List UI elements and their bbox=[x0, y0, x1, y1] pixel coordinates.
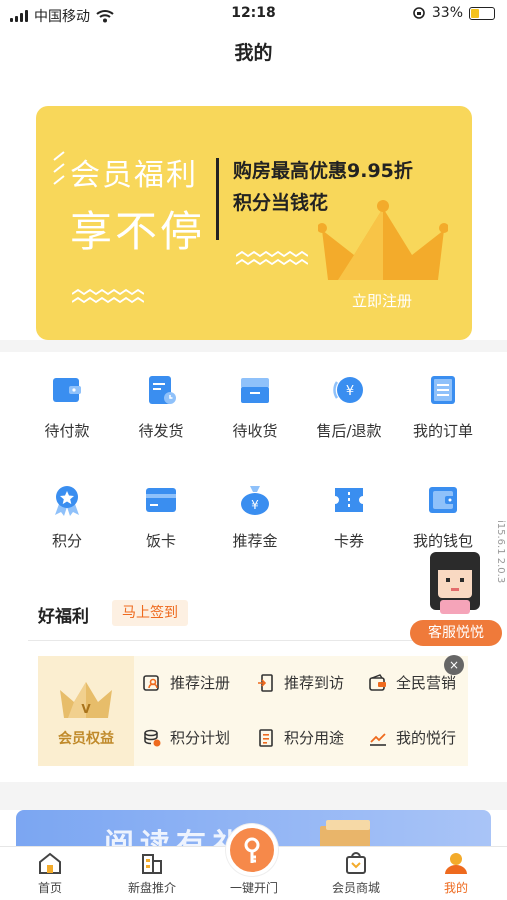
building-icon bbox=[142, 854, 162, 874]
crown-icon: V bbox=[60, 682, 112, 718]
service-label: 积分 bbox=[51, 532, 82, 550]
status-bar: 中国移动 12:18 33% bbox=[0, 0, 507, 28]
benefit-my-yuexing[interactable]: 我的悦行 bbox=[368, 727, 456, 748]
medal-icon bbox=[55, 486, 79, 516]
orientation-lock-icon bbox=[413, 7, 425, 19]
order-label: 待收货 bbox=[232, 422, 278, 440]
card-icon bbox=[146, 488, 176, 512]
service-shortcuts: 积分 饭卡 ¥ 推荐金 卡券 我的钱包 bbox=[20, 482, 490, 551]
tab-label: 我的 bbox=[443, 881, 468, 895]
member-rights-label: 会员权益 bbox=[58, 731, 114, 747]
yen-refund-icon: ¥ bbox=[333, 377, 363, 403]
divider bbox=[28, 640, 472, 641]
tab-label: 首页 bbox=[37, 881, 62, 895]
member-banner[interactable]: 会员福利 享不停 购房最高优惠9.95折 积分当钱花 立即注册 bbox=[36, 106, 472, 340]
battery-area: 33% bbox=[412, 5, 495, 21]
purse-icon bbox=[429, 487, 457, 513]
benefit-national-marketing[interactable]: 全民营销 bbox=[368, 672, 456, 693]
referral-bonus-entry[interactable]: ¥ 推荐金 bbox=[208, 482, 302, 551]
person-icon bbox=[445, 853, 467, 874]
benefit-points-usage[interactable]: 积分用途 bbox=[256, 727, 344, 748]
box-icon bbox=[241, 378, 269, 403]
coupon-icon bbox=[335, 488, 363, 512]
tab-new-projects[interactable]: 新盘推介 bbox=[112, 851, 192, 896]
avatar bbox=[430, 552, 480, 614]
key-icon bbox=[244, 837, 260, 863]
benefit-label: 积分计划 bbox=[170, 729, 231, 747]
benefit-recommend-register[interactable]: 推荐注册 bbox=[142, 672, 230, 693]
wallet-icon bbox=[53, 378, 81, 402]
benefit-label: 推荐注册 bbox=[170, 674, 231, 692]
tab-home[interactable]: 首页 bbox=[10, 851, 90, 896]
svg-text:¥: ¥ bbox=[251, 498, 259, 512]
list-icon bbox=[431, 376, 455, 404]
benefit-label: 全民营销 bbox=[396, 674, 457, 692]
benefit-label: 积分用途 bbox=[284, 729, 345, 747]
user-card-icon bbox=[143, 674, 159, 691]
order-label: 待付款 bbox=[44, 422, 90, 440]
version-label: i15.6.1 2.0.3 bbox=[495, 520, 506, 584]
order-label: 待发货 bbox=[138, 422, 184, 440]
service-label: 推荐金 bbox=[232, 532, 278, 550]
benefit-points-plan[interactable]: 积分计划 bbox=[142, 727, 230, 748]
benefit-recommend-visit[interactable]: 推荐到访 bbox=[256, 672, 344, 693]
order-label: 售后/退款 bbox=[316, 422, 382, 440]
order-pending-receipt[interactable]: 待收货 bbox=[208, 372, 302, 441]
badge-letter: V bbox=[81, 702, 91, 716]
banner-promo1: 购房最高优惠9.95折 bbox=[233, 160, 413, 182]
receipt-icon bbox=[259, 728, 273, 747]
money-bag-icon: ¥ bbox=[241, 486, 269, 515]
member-benefits-card: V 会员权益 推荐注册 推荐到访 全民营销 积分计划 积分用途 我的悦行 bbox=[38, 656, 468, 766]
order-after-sales[interactable]: ¥ 售后/退款 bbox=[302, 372, 396, 441]
open-door-button[interactable] bbox=[226, 824, 278, 876]
service-label: 饭卡 bbox=[145, 532, 176, 550]
document-clock-icon bbox=[149, 376, 176, 404]
coins-icon bbox=[144, 729, 161, 746]
order-label: 我的订单 bbox=[412, 422, 473, 440]
book-illustration bbox=[320, 820, 370, 850]
register-link[interactable]: 立即注册 bbox=[352, 290, 412, 311]
section-divider bbox=[0, 782, 507, 810]
wallet-entry[interactable]: 我的钱包 bbox=[396, 482, 490, 551]
wave-decoration bbox=[236, 250, 308, 266]
crown-icon bbox=[318, 200, 448, 280]
service-label: 卡券 bbox=[333, 532, 364, 550]
shopping-bag-icon bbox=[346, 852, 366, 874]
welfare-title: 好福利 bbox=[38, 607, 89, 627]
tab-label: 会员商城 bbox=[331, 881, 380, 895]
order-pending-payment[interactable]: 待付款 bbox=[20, 372, 114, 441]
benefit-label: 推荐到访 bbox=[284, 674, 345, 692]
battery-icon bbox=[469, 6, 495, 20]
stripes-decoration bbox=[53, 151, 65, 185]
customer-service-label: 客服悦悦 bbox=[410, 620, 502, 646]
meal-card-entry[interactable]: 饭卡 bbox=[114, 482, 208, 551]
tab-member-mall[interactable]: 会员商城 bbox=[316, 851, 396, 896]
section-divider bbox=[0, 340, 507, 352]
home-icon bbox=[39, 852, 61, 874]
banner-divider bbox=[216, 158, 219, 240]
wallet-share-icon bbox=[369, 673, 386, 691]
door-icon bbox=[258, 673, 273, 692]
my-orders[interactable]: 我的订单 bbox=[396, 372, 490, 441]
battery-percent: 33% bbox=[431, 5, 463, 21]
close-icon[interactable]: × bbox=[444, 655, 464, 675]
wave-decoration bbox=[72, 288, 144, 304]
order-pending-shipment[interactable]: 待发货 bbox=[114, 372, 208, 441]
tab-label: 一键开门 bbox=[229, 881, 278, 895]
sign-in-button[interactable]: 马上签到 bbox=[112, 600, 188, 626]
tab-mine[interactable]: 我的 bbox=[416, 851, 496, 896]
tab-label: 新盘推介 bbox=[127, 881, 176, 895]
points-entry[interactable]: 积分 bbox=[20, 482, 114, 551]
banner-line2: 享不停 bbox=[70, 207, 206, 256]
page-title: 我的 bbox=[234, 42, 273, 64]
trend-icon bbox=[370, 732, 386, 746]
banner-line1: 会员福利 bbox=[70, 158, 198, 193]
coupon-entry[interactable]: 卡券 bbox=[302, 482, 396, 551]
member-rights-badge[interactable]: V 会员权益 bbox=[38, 656, 134, 766]
svg-text:¥: ¥ bbox=[346, 384, 354, 399]
benefit-label: 我的悦行 bbox=[396, 729, 457, 747]
banner-promo2: 积分当钱花 bbox=[233, 192, 329, 214]
order-shortcuts: 待付款 待发货 待收货 ¥ 售后/退款 我的订单 bbox=[20, 372, 490, 441]
